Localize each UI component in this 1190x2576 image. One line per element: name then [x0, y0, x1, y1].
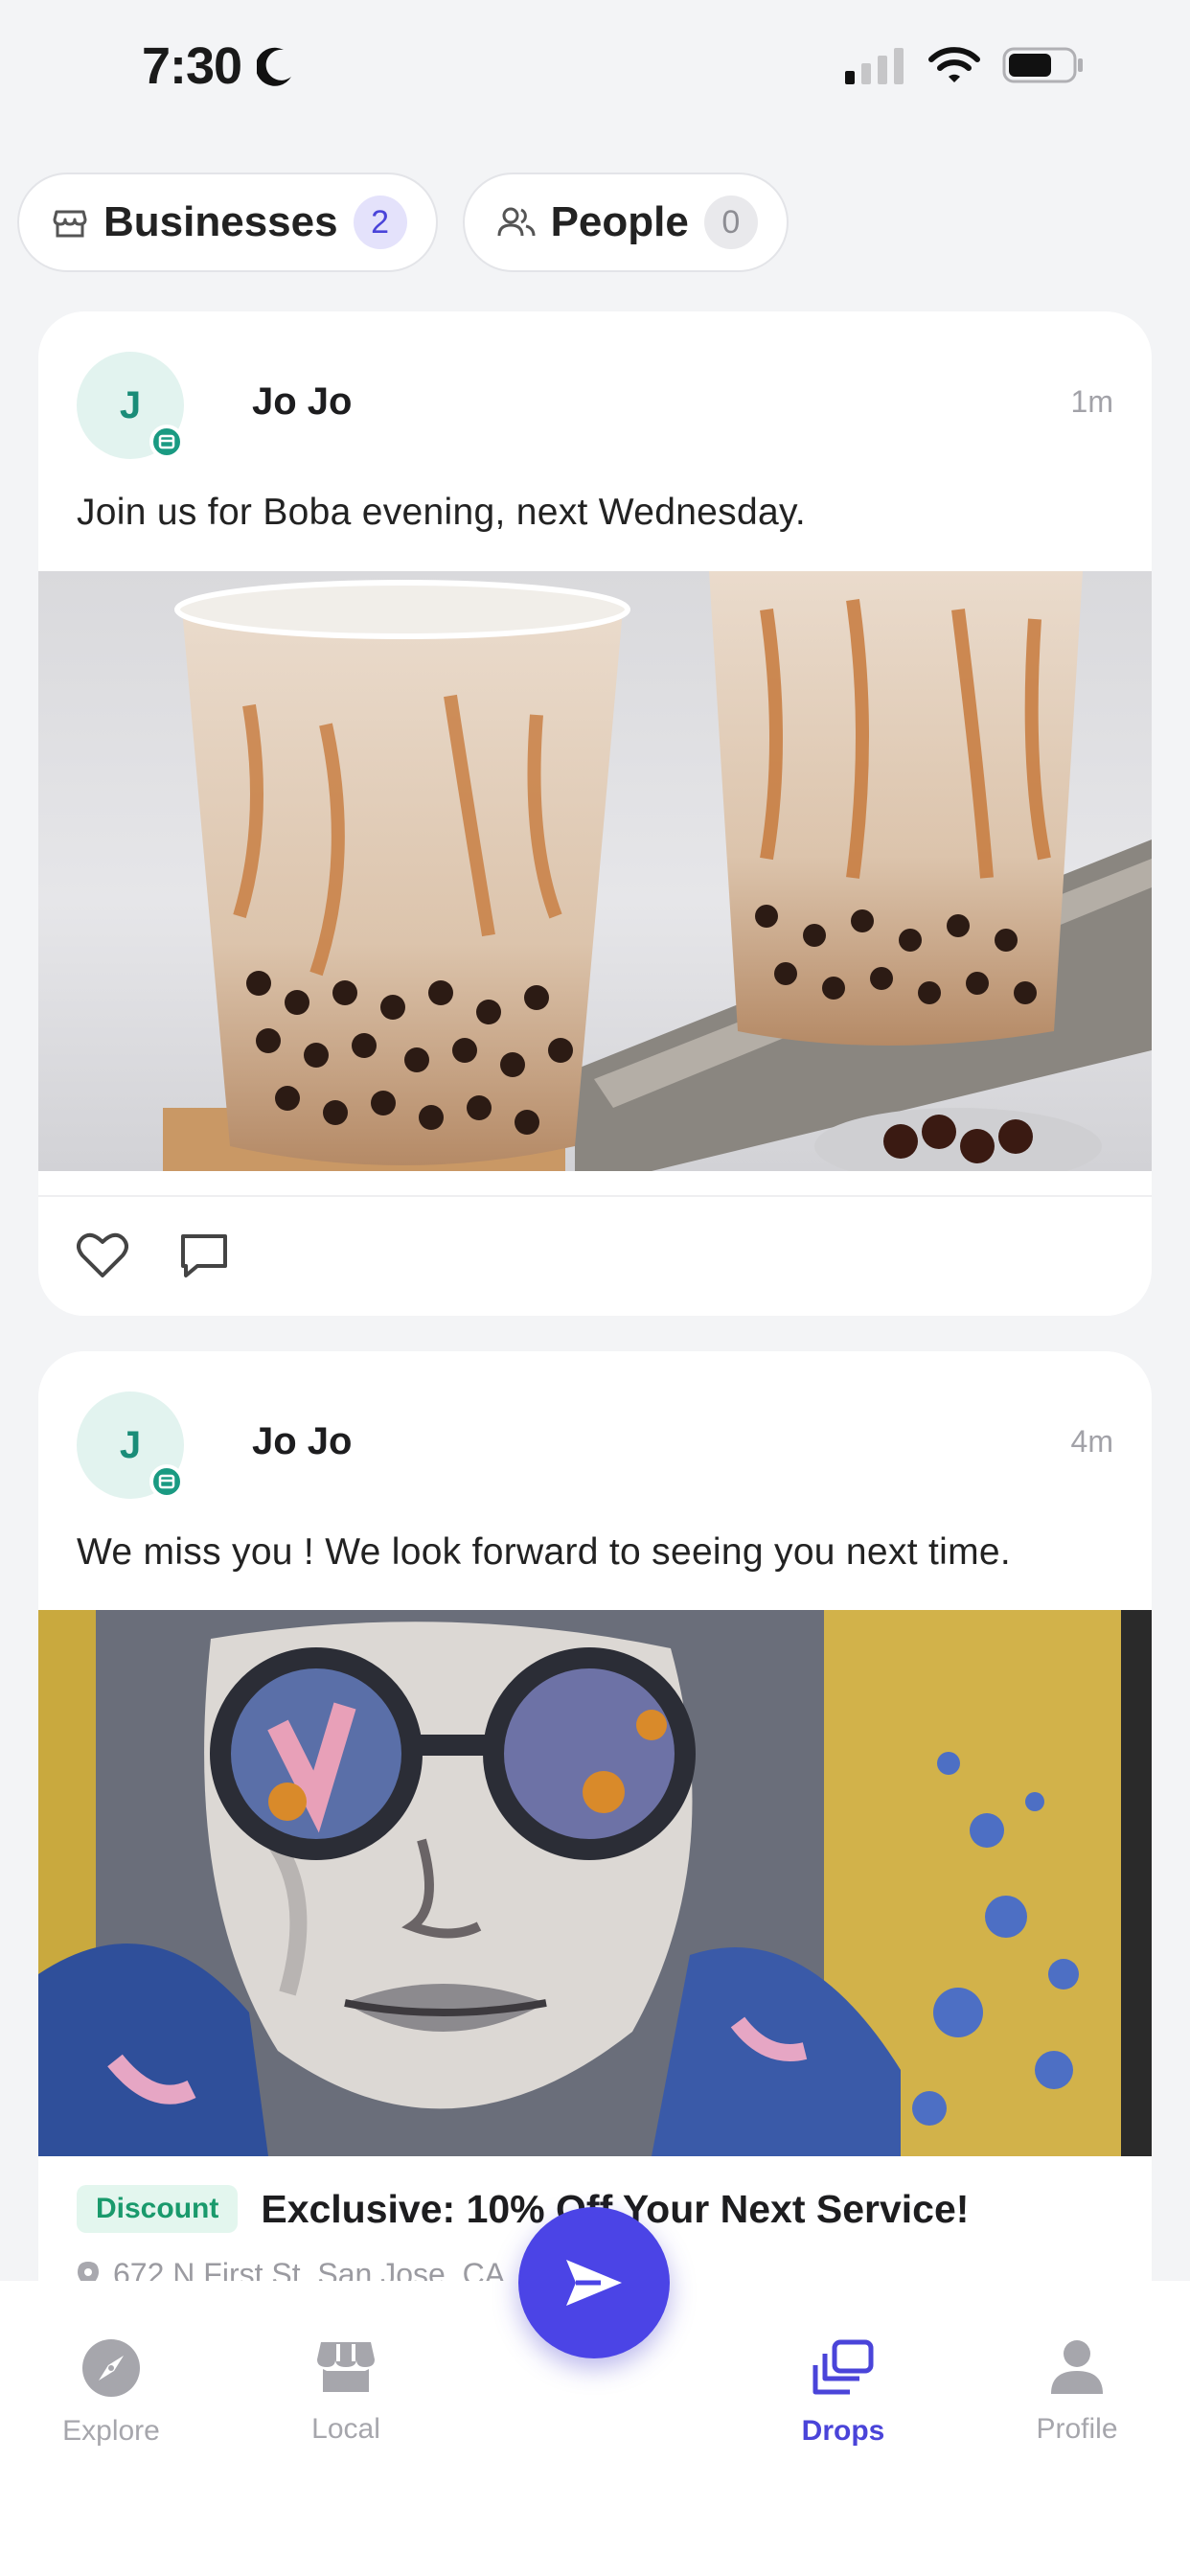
- business-badge-icon: [149, 1464, 184, 1499]
- nav-explore[interactable]: Explore: [15, 2338, 207, 2448]
- send-icon: [566, 2260, 622, 2306]
- post-header: J Jo Jo 4m: [77, 1392, 1113, 1499]
- comment-icon[interactable]: [178, 1231, 230, 1279]
- wifi-icon: [928, 47, 980, 82]
- avatar[interactable]: J: [77, 352, 184, 459]
- post-actions: [77, 1231, 230, 1279]
- boba-tea-photo: [38, 571, 1152, 1171]
- post-text: Join us for Boba evening, next Wednesday…: [77, 492, 806, 533]
- people-label: People: [550, 198, 689, 245]
- post-author[interactable]: Jo Jo: [252, 1420, 352, 1463]
- people-icon: [497, 207, 536, 237]
- filter-chips: Businesses 2 People 0: [17, 172, 789, 272]
- post-image[interactable]: [38, 571, 1152, 1171]
- store-icon: [317, 2342, 375, 2392]
- people-count-badge: 0: [703, 196, 758, 249]
- person-icon: [1051, 2340, 1103, 2394]
- heart-icon[interactable]: [77, 1231, 128, 1279]
- nav-local-label: Local: [311, 2413, 380, 2445]
- divider: [38, 1195, 1152, 1197]
- drops-stack-icon: [812, 2339, 874, 2395]
- business-badge-icon: [149, 425, 184, 459]
- signal-icon: [845, 48, 904, 84]
- post-header: J Jo Jo 1m: [77, 352, 1113, 459]
- businesses-count-badge: 2: [353, 196, 407, 249]
- people-filter-chip[interactable]: People 0: [462, 172, 789, 272]
- post-time: 1m: [1070, 384, 1113, 419]
- avatar[interactable]: J: [77, 1392, 184, 1499]
- status-time: 7:30: [142, 37, 242, 95]
- status-bar: 7:30: [0, 0, 1190, 144]
- post-card[interactable]: J Jo Jo 1m Join us for Boba evening, nex…: [38, 311, 1152, 1316]
- avatar-initial: J: [119, 383, 142, 426]
- nav-drops-label: Drops: [801, 2415, 885, 2447]
- nav-local[interactable]: Local: [250, 2338, 442, 2446]
- post-text: We miss you ! We look forward to seeing …: [77, 1531, 1011, 1573]
- deal-row[interactable]: Discount Exclusive: 10% Off Your Next Se…: [77, 2185, 969, 2233]
- nav-profile[interactable]: Profile: [981, 2338, 1173, 2446]
- status-icons: [845, 46, 1085, 84]
- post-author[interactable]: Jo Jo: [252, 380, 352, 424]
- post-time: 4m: [1070, 1424, 1113, 1459]
- businesses-filter-chip[interactable]: Businesses 2: [17, 172, 438, 272]
- nav-profile-label: Profile: [1036, 2413, 1118, 2445]
- moon-icon: [257, 47, 291, 86]
- send-drop-button[interactable]: [518, 2207, 670, 2358]
- portrait-painting-photo: [38, 1610, 1152, 2156]
- nav-drops[interactable]: Drops: [747, 2338, 939, 2448]
- nav-explore-label: Explore: [62, 2415, 160, 2447]
- store-icon: [53, 210, 87, 238]
- discount-badge: Discount: [77, 2185, 239, 2233]
- battery-icon: [1002, 47, 1083, 83]
- post-image[interactable]: [38, 1610, 1152, 2156]
- compass-icon: [82, 2339, 140, 2397]
- avatar-initial: J: [119, 1423, 142, 1466]
- businesses-label: Businesses: [103, 198, 338, 245]
